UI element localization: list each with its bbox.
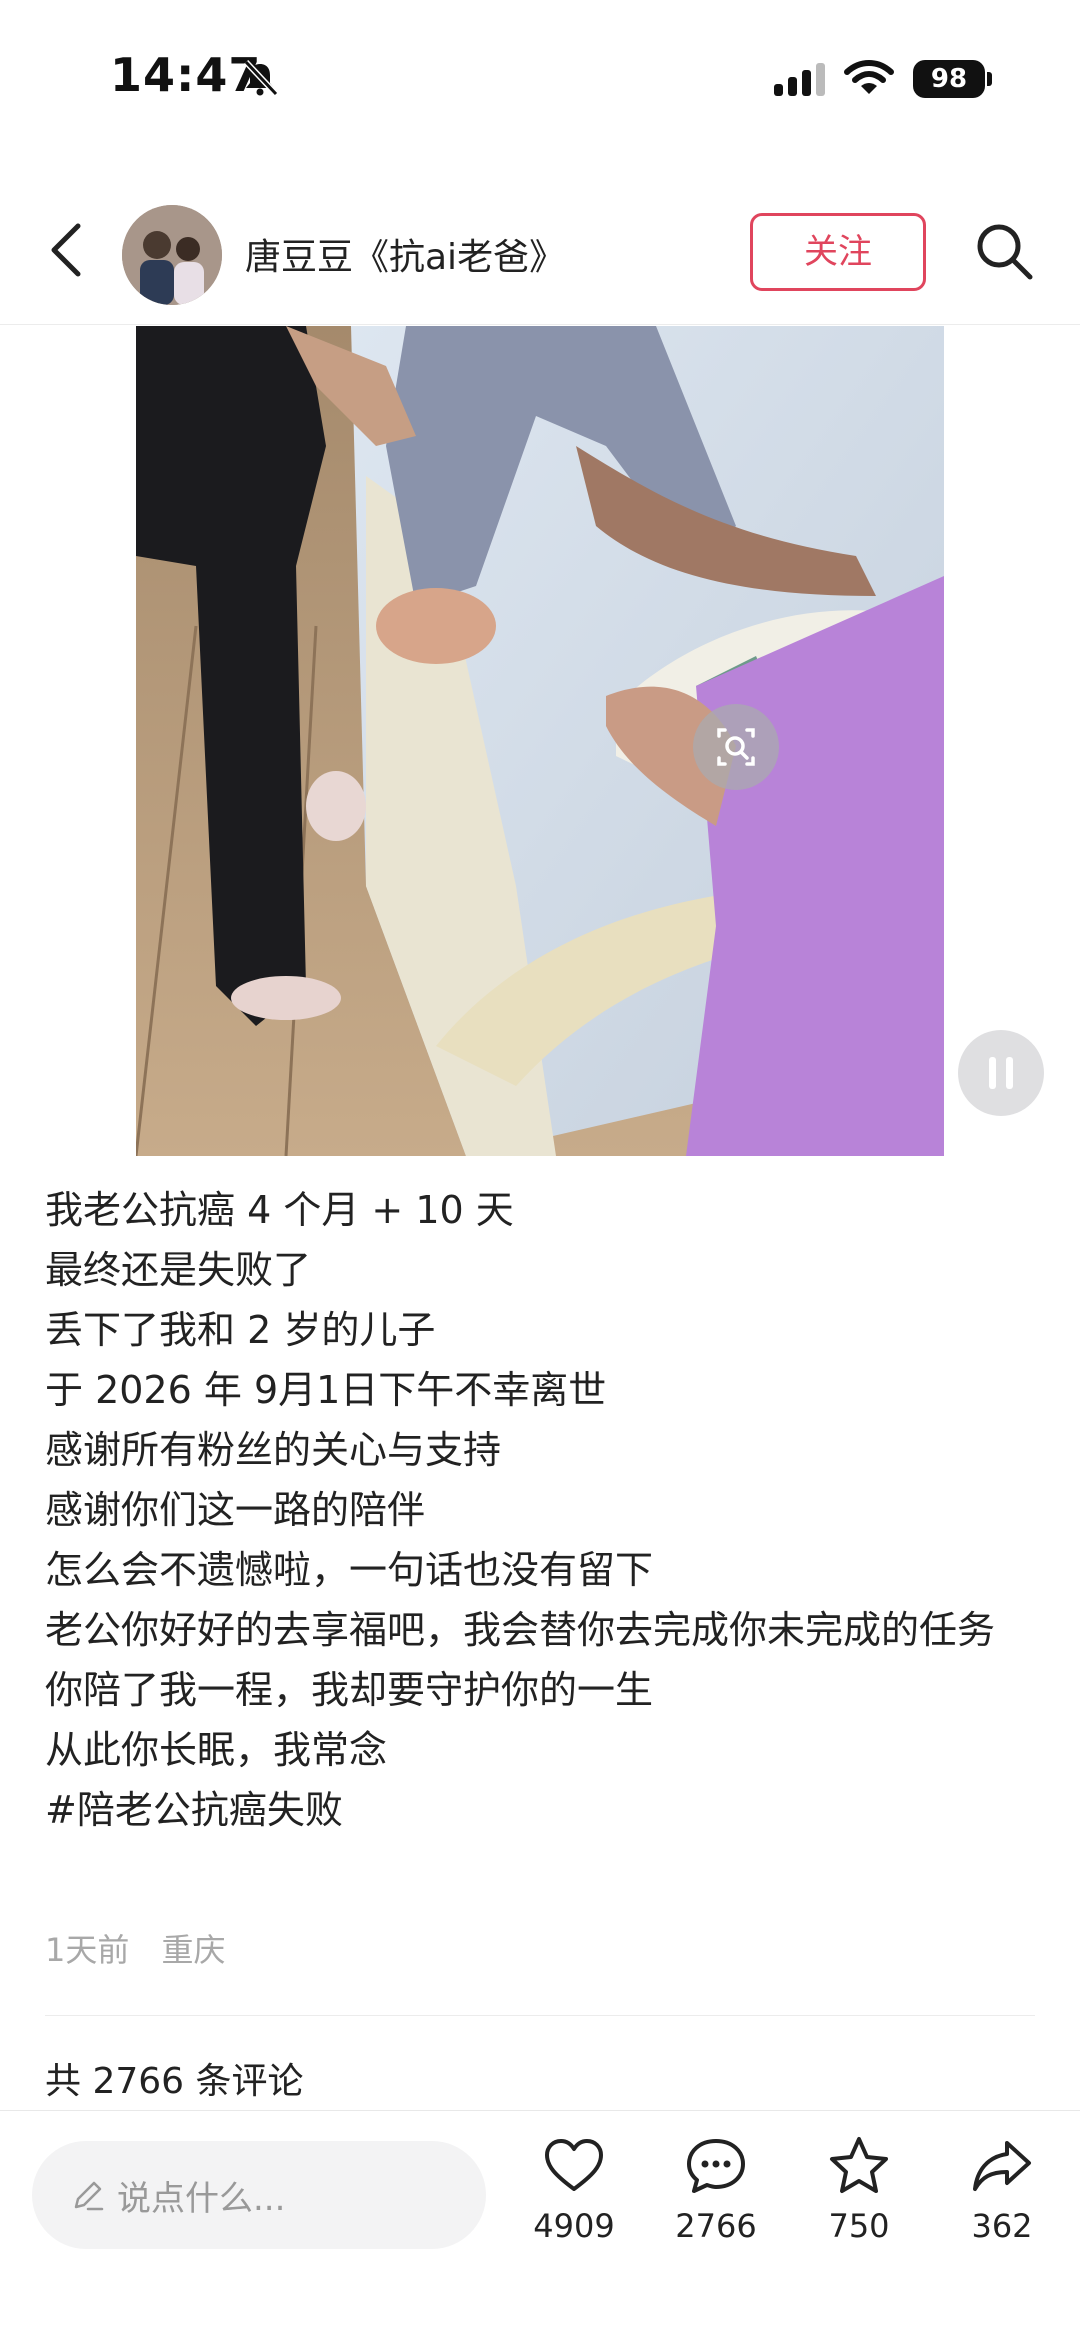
caption-line: 老公你好好的去享福吧，我会替你去完成你未完成的任务 [45, 1608, 996, 1652]
caption-line: 于 2026 年 9月1日下午不幸离世 [45, 1368, 607, 1412]
post-photo[interactable] [136, 326, 944, 1156]
divider [45, 2015, 1035, 2016]
like-button[interactable]: 4909 [514, 2133, 634, 2245]
post-meta: 1天前 重庆 [45, 1925, 248, 1971]
avatar-image [122, 205, 222, 305]
cellular-signal-icon [774, 63, 825, 96]
share-button[interactable]: 362 [942, 2133, 1062, 2245]
heart-icon [545, 2139, 603, 2191]
status-time: 14:47 [110, 48, 262, 102]
post-caption: 我老公抗癌 4 个月 + 10 天 最终还是失败了 丢下了我和 2 岁的儿子 于… [45, 1180, 1035, 1840]
post-location: 重庆 [161, 1931, 226, 1969]
comment-total: 共 2766 条评论 [45, 2061, 304, 2102]
caption-line: 最终还是失败了 [45, 1248, 312, 1292]
caption-line: 从此你长眠，我常念 [45, 1728, 388, 1772]
battery-indicator: 98 [913, 60, 985, 98]
pause-button[interactable] [958, 1030, 1044, 1116]
chat-bubble-icon [687, 2139, 745, 2193]
hashtag-link[interactable]: #陪老公抗癌失败 [45, 1780, 1035, 1840]
back-arrow-icon[interactable] [42, 220, 92, 280]
star-icon [830, 2137, 888, 2193]
caption-line: 怎么会不遗憾啦，一句话也没有留下 [45, 1548, 654, 1592]
follow-button[interactable]: 关注 [750, 213, 926, 291]
avatar[interactable] [122, 205, 222, 305]
status-bar: 14:47 98 [0, 0, 1080, 160]
favorite-count: 750 [828, 2207, 890, 2245]
image-search-icon [717, 728, 755, 766]
caption-line: 感谢所有粉丝的关心与支持 [45, 1428, 502, 1472]
hospital-bed-photo [136, 326, 944, 1156]
comment-button[interactable]: 2766 [656, 2133, 776, 2245]
like-count: 4909 [533, 2207, 615, 2245]
caption-line: 你陪了我一程，我却要守护你的一生 [45, 1668, 654, 1712]
battery-tip [987, 72, 992, 86]
favorite-button[interactable]: 750 [799, 2133, 919, 2245]
caption-line: 丢下了我和 2 岁的儿子 [45, 1308, 436, 1352]
image-search-button[interactable] [693, 704, 779, 790]
comment-input[interactable]: 说点什么... [32, 2141, 486, 2249]
wifi-icon [844, 60, 894, 94]
pencil-icon [74, 2181, 104, 2211]
caption-line: 感谢你们这一路的陪伴 [45, 1488, 426, 1532]
post-header: 唐豆豆《抗ai老爸》 关注 [0, 195, 1080, 325]
bottom-action-bar: 说点什么... 4909 2766 750 362 [0, 2110, 1080, 2341]
comment-placeholder: 说点什么... [117, 2179, 286, 2219]
bell-muted-icon [243, 59, 279, 97]
share-arrow-icon [973, 2141, 1031, 2191]
share-count: 362 [971, 2207, 1033, 2245]
comment-count: 2766 [675, 2207, 757, 2245]
caption-line: 我老公抗癌 4 个月 + 10 天 [45, 1188, 514, 1232]
author-name[interactable]: 唐豆豆《抗ai老爸》 [245, 228, 565, 280]
pause-icon [989, 1057, 1013, 1089]
search-icon[interactable] [972, 219, 1036, 283]
post-time: 1天前 [45, 1931, 130, 1969]
